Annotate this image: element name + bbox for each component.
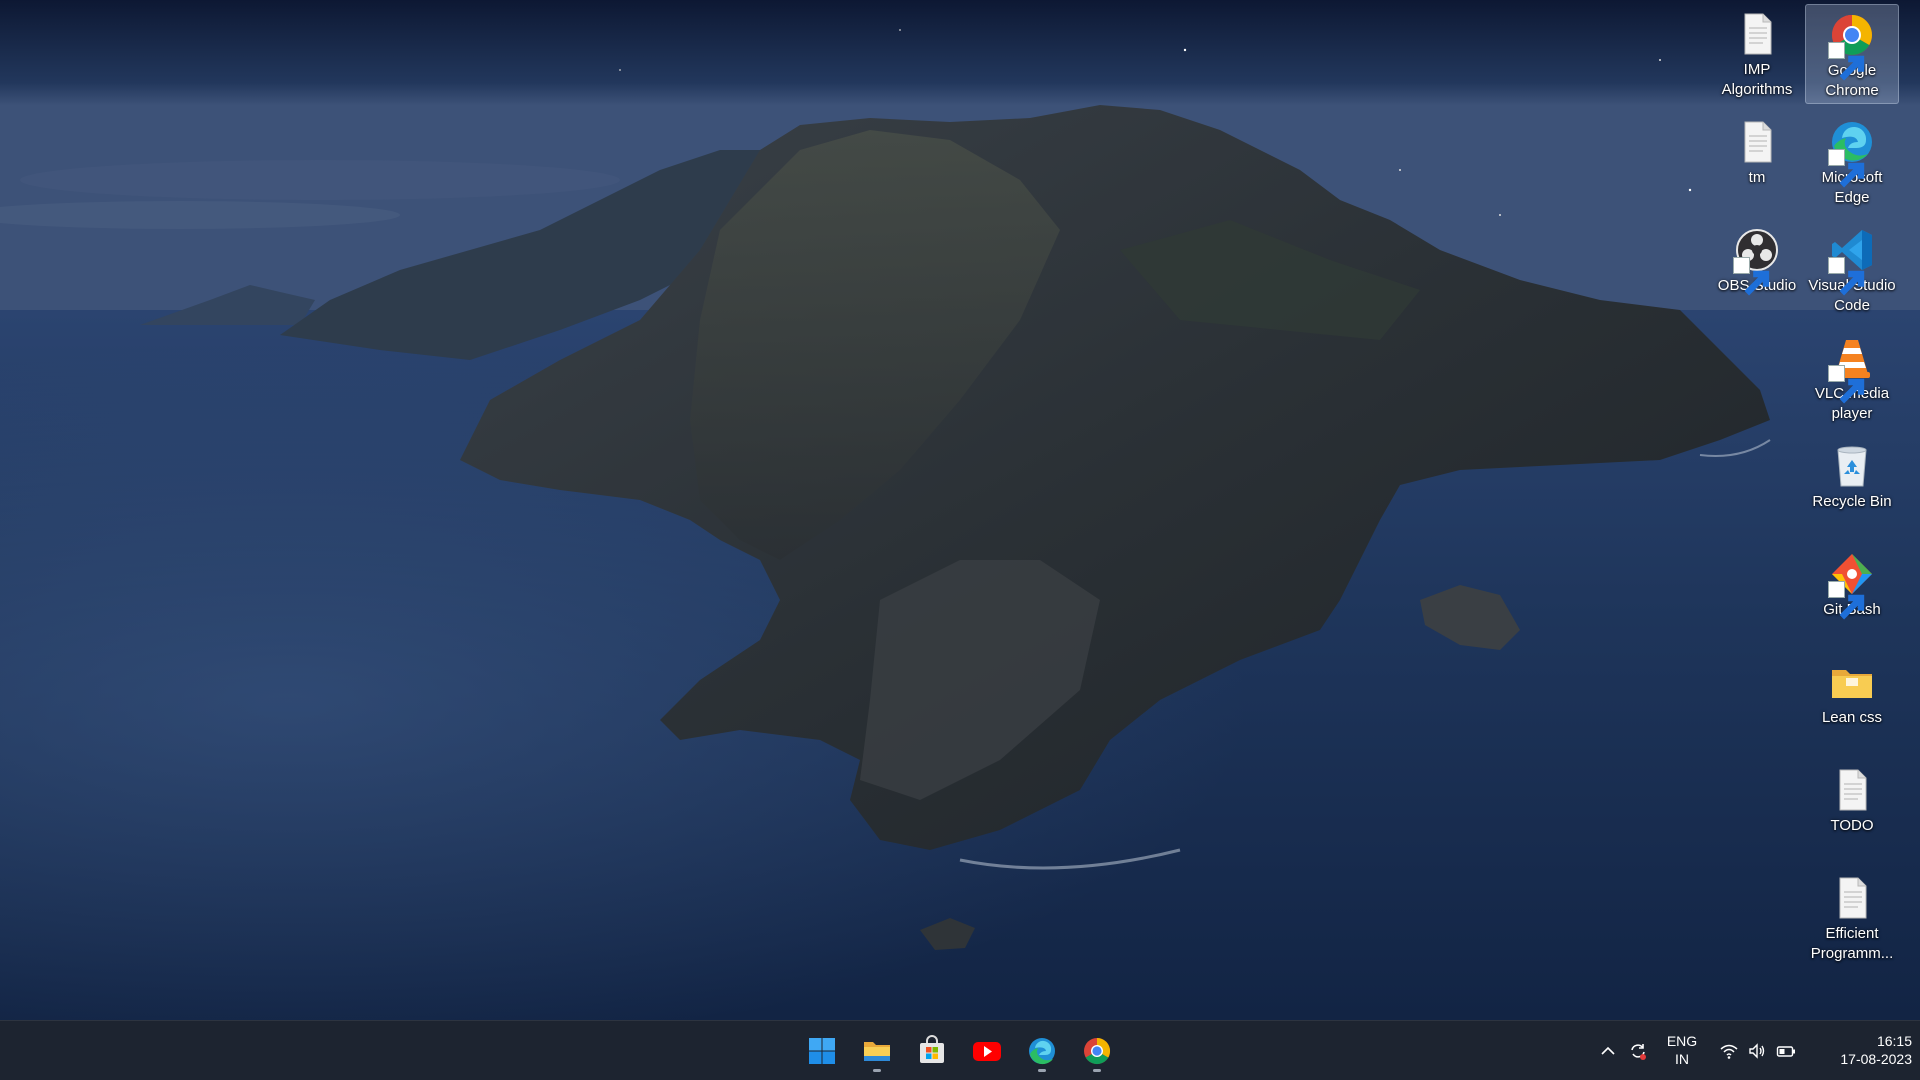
- desktop-icon-efficient-programming[interactable]: Efficient Programm...: [1805, 868, 1899, 968]
- taskbar-microsoft-store-button[interactable]: [910, 1029, 954, 1073]
- desktop-icon-label: Lean css: [1821, 709, 1883, 726]
- clock-date: 17-08-2023: [1840, 1051, 1912, 1067]
- volume-icon: [1749, 1043, 1765, 1059]
- windows-start-icon: [809, 1038, 835, 1064]
- vlc-icon: [1828, 334, 1876, 404]
- desktop-icon-vlc-media-player[interactable]: VLC media player: [1805, 328, 1899, 428]
- edge-icon: [1029, 1038, 1055, 1065]
- shortcut-arrow-icon: [1828, 149, 1865, 188]
- chrome-icon: [1828, 11, 1876, 81]
- text-file-icon: [1733, 118, 1781, 166]
- desktop-icon-recycle-bin[interactable]: Recycle Bin: [1805, 436, 1899, 536]
- store-icon: [920, 1035, 944, 1063]
- battery-icon: [1776, 1046, 1795, 1057]
- file-explorer-icon: [864, 1042, 890, 1061]
- wifi-icon: [1720, 1044, 1738, 1059]
- vscode-icon: [1828, 226, 1876, 296]
- show-hidden-icons-button[interactable]: [1598, 1041, 1618, 1061]
- text-file-icon: [1733, 10, 1781, 58]
- taskbar-edge-button[interactable]: [1020, 1029, 1064, 1073]
- clock-button[interactable]: 16:15 17-08-2023: [1808, 1032, 1912, 1068]
- desktop-icon-label: tm: [1748, 169, 1766, 186]
- clock-time: 16:15: [1876, 1033, 1912, 1049]
- network-button[interactable]: [1719, 1041, 1739, 1061]
- shortcut-arrow-icon: [1828, 365, 1865, 404]
- region-code: IN: [1675, 1051, 1689, 1067]
- text-file-icon: [1828, 766, 1876, 814]
- desktop-icon-lean-css[interactable]: Lean css: [1805, 652, 1899, 752]
- shortcut-arrow-icon: [1828, 257, 1865, 296]
- desktop-icon-visual-studio-code[interactable]: Visual Studio Code: [1805, 220, 1899, 320]
- sync-icon: [1631, 1044, 1646, 1060]
- obs-icon: [1733, 226, 1781, 296]
- desktop-icon-label: Efficient Programm...: [1810, 925, 1894, 962]
- recycle-bin-icon: [1828, 442, 1876, 490]
- desktop-icon-label: IMP Algorithms: [1721, 61, 1793, 98]
- running-indicator: [1093, 1069, 1101, 1072]
- running-indicator: [873, 1069, 881, 1072]
- edge-icon: [1828, 118, 1876, 188]
- desktop-icon-label: Recycle Bin: [1812, 493, 1892, 510]
- battery-button[interactable]: [1776, 1041, 1796, 1061]
- chevron-up-icon: [1601, 1046, 1615, 1055]
- shortcut-arrow-icon: [1828, 42, 1865, 81]
- desktop-icon-imp-algorithms[interactable]: IMP Algorithms: [1710, 4, 1804, 104]
- taskbar-start-button[interactable]: [800, 1029, 844, 1073]
- folder-icon: [1828, 658, 1876, 706]
- taskbar-chrome-button[interactable]: [1075, 1029, 1119, 1073]
- taskbar-file-explorer-button[interactable]: [855, 1029, 899, 1073]
- sync-tray-button[interactable]: [1628, 1041, 1648, 1061]
- youtube-icon: [973, 1042, 1001, 1061]
- desktop-icon-tm[interactable]: tm: [1710, 112, 1804, 212]
- taskbar: ENG IN 16:15 17-08-2023: [0, 1020, 1920, 1080]
- shortcut-arrow-icon: [1733, 257, 1770, 296]
- language-indicator[interactable]: ENG IN: [1662, 1032, 1702, 1068]
- volume-button[interactable]: [1747, 1041, 1767, 1061]
- git-bash-icon: [1828, 550, 1876, 620]
- chrome-icon: [1084, 1037, 1111, 1065]
- desktop-icon-microsoft-edge[interactable]: Microsoft Edge: [1805, 112, 1899, 212]
- desktop-icon-git-bash[interactable]: Git Bash: [1805, 544, 1899, 644]
- desktop-icon-obs-studio[interactable]: OBS Studio: [1710, 220, 1804, 320]
- running-indicator: [1038, 1069, 1046, 1072]
- desktop-icon-google-chrome[interactable]: Google Chrome: [1805, 4, 1899, 104]
- taskbar-youtube-button[interactable]: [965, 1029, 1009, 1073]
- desktop-icon-label: TODO: [1830, 817, 1874, 834]
- text-file-icon: [1828, 874, 1876, 922]
- desktop-icon-area: IMP Algorithms Google Chrome tm Microsof…: [0, 0, 1920, 1020]
- desktop-icon-todo[interactable]: TODO: [1805, 760, 1899, 860]
- shortcut-arrow-icon: [1828, 581, 1865, 620]
- language-code: ENG: [1666, 1033, 1698, 1049]
